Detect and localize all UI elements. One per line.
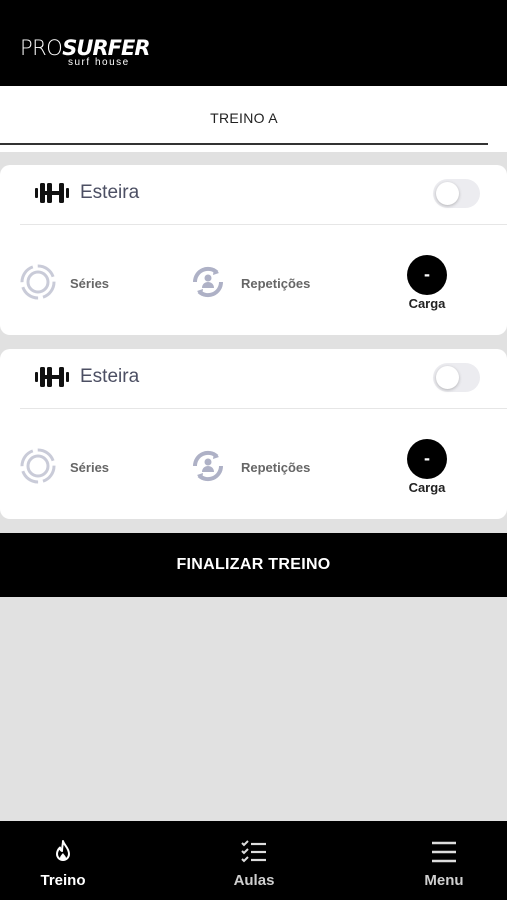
series-label: Séries	[70, 460, 110, 475]
app-header: PRO SURFER surf house	[0, 0, 507, 86]
logo-surfer-text: SURFER	[62, 36, 150, 60]
exercise-card: Esteira Séries Repetições - Carga	[0, 349, 507, 519]
card-divider	[20, 408, 507, 409]
load-value-button[interactable]: -	[407, 255, 447, 295]
dumbbell-icon	[35, 367, 69, 387]
nav-label-aulas: Aulas	[233, 872, 275, 889]
exercise-done-toggle[interactable]	[433, 179, 480, 208]
series-label: Séries	[70, 276, 110, 291]
exercise-name: Esteira	[80, 366, 140, 387]
nav-label-menu: Menu	[424, 872, 464, 889]
nav-item-menu[interactable]: Menu	[384, 821, 504, 900]
tab-treino-a[interactable]: TREINO A	[0, 110, 488, 126]
checklist-icon	[241, 840, 266, 863]
toggle-knob	[436, 182, 459, 205]
bottom-navigation: Treino Aulas Menu	[0, 821, 507, 900]
nav-item-aulas[interactable]: Aulas	[194, 821, 314, 900]
nav-item-treino[interactable]: Treino	[3, 821, 123, 900]
repeat-user-icon	[192, 450, 224, 482]
exercise-done-toggle[interactable]	[433, 363, 480, 392]
tab-active-indicator	[0, 143, 488, 145]
prosurfer-logo: PRO SURFER surf house	[20, 36, 151, 69]
logo-pro-text: PRO	[20, 36, 63, 60]
flame-icon	[56, 840, 70, 861]
card-divider	[20, 224, 507, 225]
load-label: Carga	[408, 480, 446, 495]
toggle-knob	[436, 366, 459, 389]
hamburger-icon	[432, 841, 456, 863]
load-label: Carga	[408, 296, 446, 311]
series-icon	[20, 448, 56, 484]
exercise-name: Esteira	[80, 182, 140, 203]
reps-label: Repetições	[241, 276, 311, 291]
exercise-card: Esteira Séries Repetições - Carga	[0, 165, 507, 335]
workout-tabs: TREINO A	[0, 86, 507, 152]
dumbbell-icon	[35, 183, 69, 203]
load-value-button[interactable]: -	[407, 439, 447, 479]
reps-label: Repetições	[241, 460, 311, 475]
nav-label-treino: Treino	[40, 872, 86, 889]
repeat-user-icon	[192, 266, 224, 298]
series-icon	[20, 264, 56, 300]
finish-workout-button[interactable]: FINALIZAR TREINO	[0, 533, 507, 597]
logo-subtitle: surf house	[68, 57, 130, 68]
